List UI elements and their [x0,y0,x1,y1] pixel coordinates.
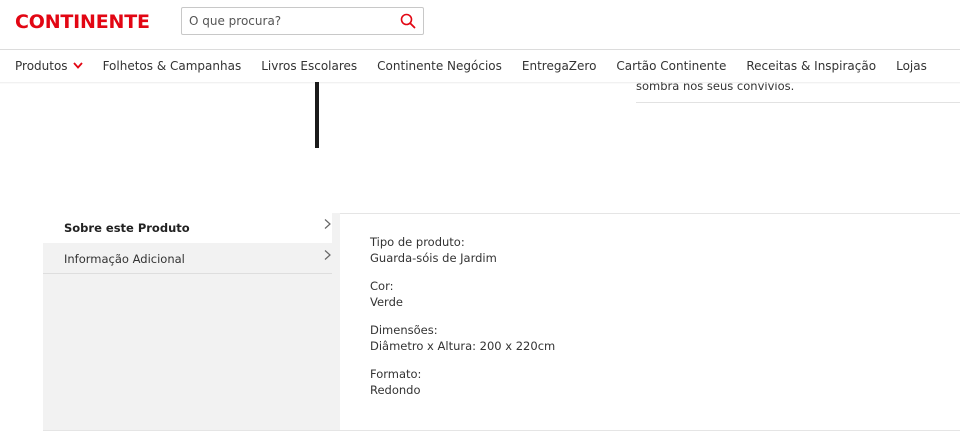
spec-value: Diâmetro x Altura: 200 x 220cm [370,339,556,353]
product-image-pole [315,82,319,148]
tab-label: Informação Adicional [64,251,185,266]
content-bottom-divider [43,430,960,431]
spec-tipo-produto: Tipo de produto: Guarda-sóis de Jardim [370,234,497,266]
chevron-right-icon [324,250,331,260]
search-icon [400,13,416,29]
main-nav: Produtos Folhetos & Campanhas Livros Esc… [0,50,947,81]
spec-label: Formato: [370,367,422,381]
tab-informacao-adicional[interactable]: Informação Adicional [43,244,332,274]
search-input[interactable]: O que procura? [182,14,393,28]
search-box[interactable]: O que procura? [181,7,424,35]
spec-formato: Formato: Redondo [370,366,421,398]
search-button[interactable] [393,8,423,34]
spec-value: Redondo [370,383,421,397]
spec-cor: Cor: Verde [370,278,403,310]
nav-item-continente-negocios[interactable]: Continente Negócios [377,59,502,73]
spec-label: Cor: [370,279,394,293]
tab-label: Sobre este Produto [64,221,190,235]
spec-label: Dimensões: [370,323,438,337]
nav-item-folhetos[interactable]: Folhetos & Campanhas [103,59,242,73]
spec-value: Verde [370,295,403,309]
details-tabs-panel: Sobre este Produto Informação Adicional [43,213,340,430]
chevron-down-icon [72,62,83,69]
nav-item-lojas[interactable]: Lojas [896,59,927,73]
description-divider [636,102,960,103]
spec-value: Guarda-sóis de Jardim [370,251,497,265]
chevron-right-icon [324,219,331,229]
site-header: CONTINENTE O que procura? Produtos Folhe… [0,0,960,82]
nav-item-label: Produtos [15,58,68,73]
nav-item-livros-escolares[interactable]: Livros Escolares [261,59,357,73]
nav-item-cartao-continente[interactable]: Cartão Continente [616,59,726,73]
nav-item-receitas[interactable]: Receitas & Inspiração [746,59,876,73]
tab-sobre-este-produto[interactable]: Sobre este Produto [43,213,332,243]
spec-dimensoes: Dimensões: Diâmetro x Altura: 200 x 220c… [370,322,555,354]
spec-label: Tipo de produto: [370,235,465,249]
nav-item-produtos[interactable]: Produtos [15,59,83,73]
content-top-divider [340,213,960,214]
continente-logo[interactable]: CONTINENTE [15,11,150,33]
nav-item-entregazero[interactable]: EntregaZero [522,59,597,73]
